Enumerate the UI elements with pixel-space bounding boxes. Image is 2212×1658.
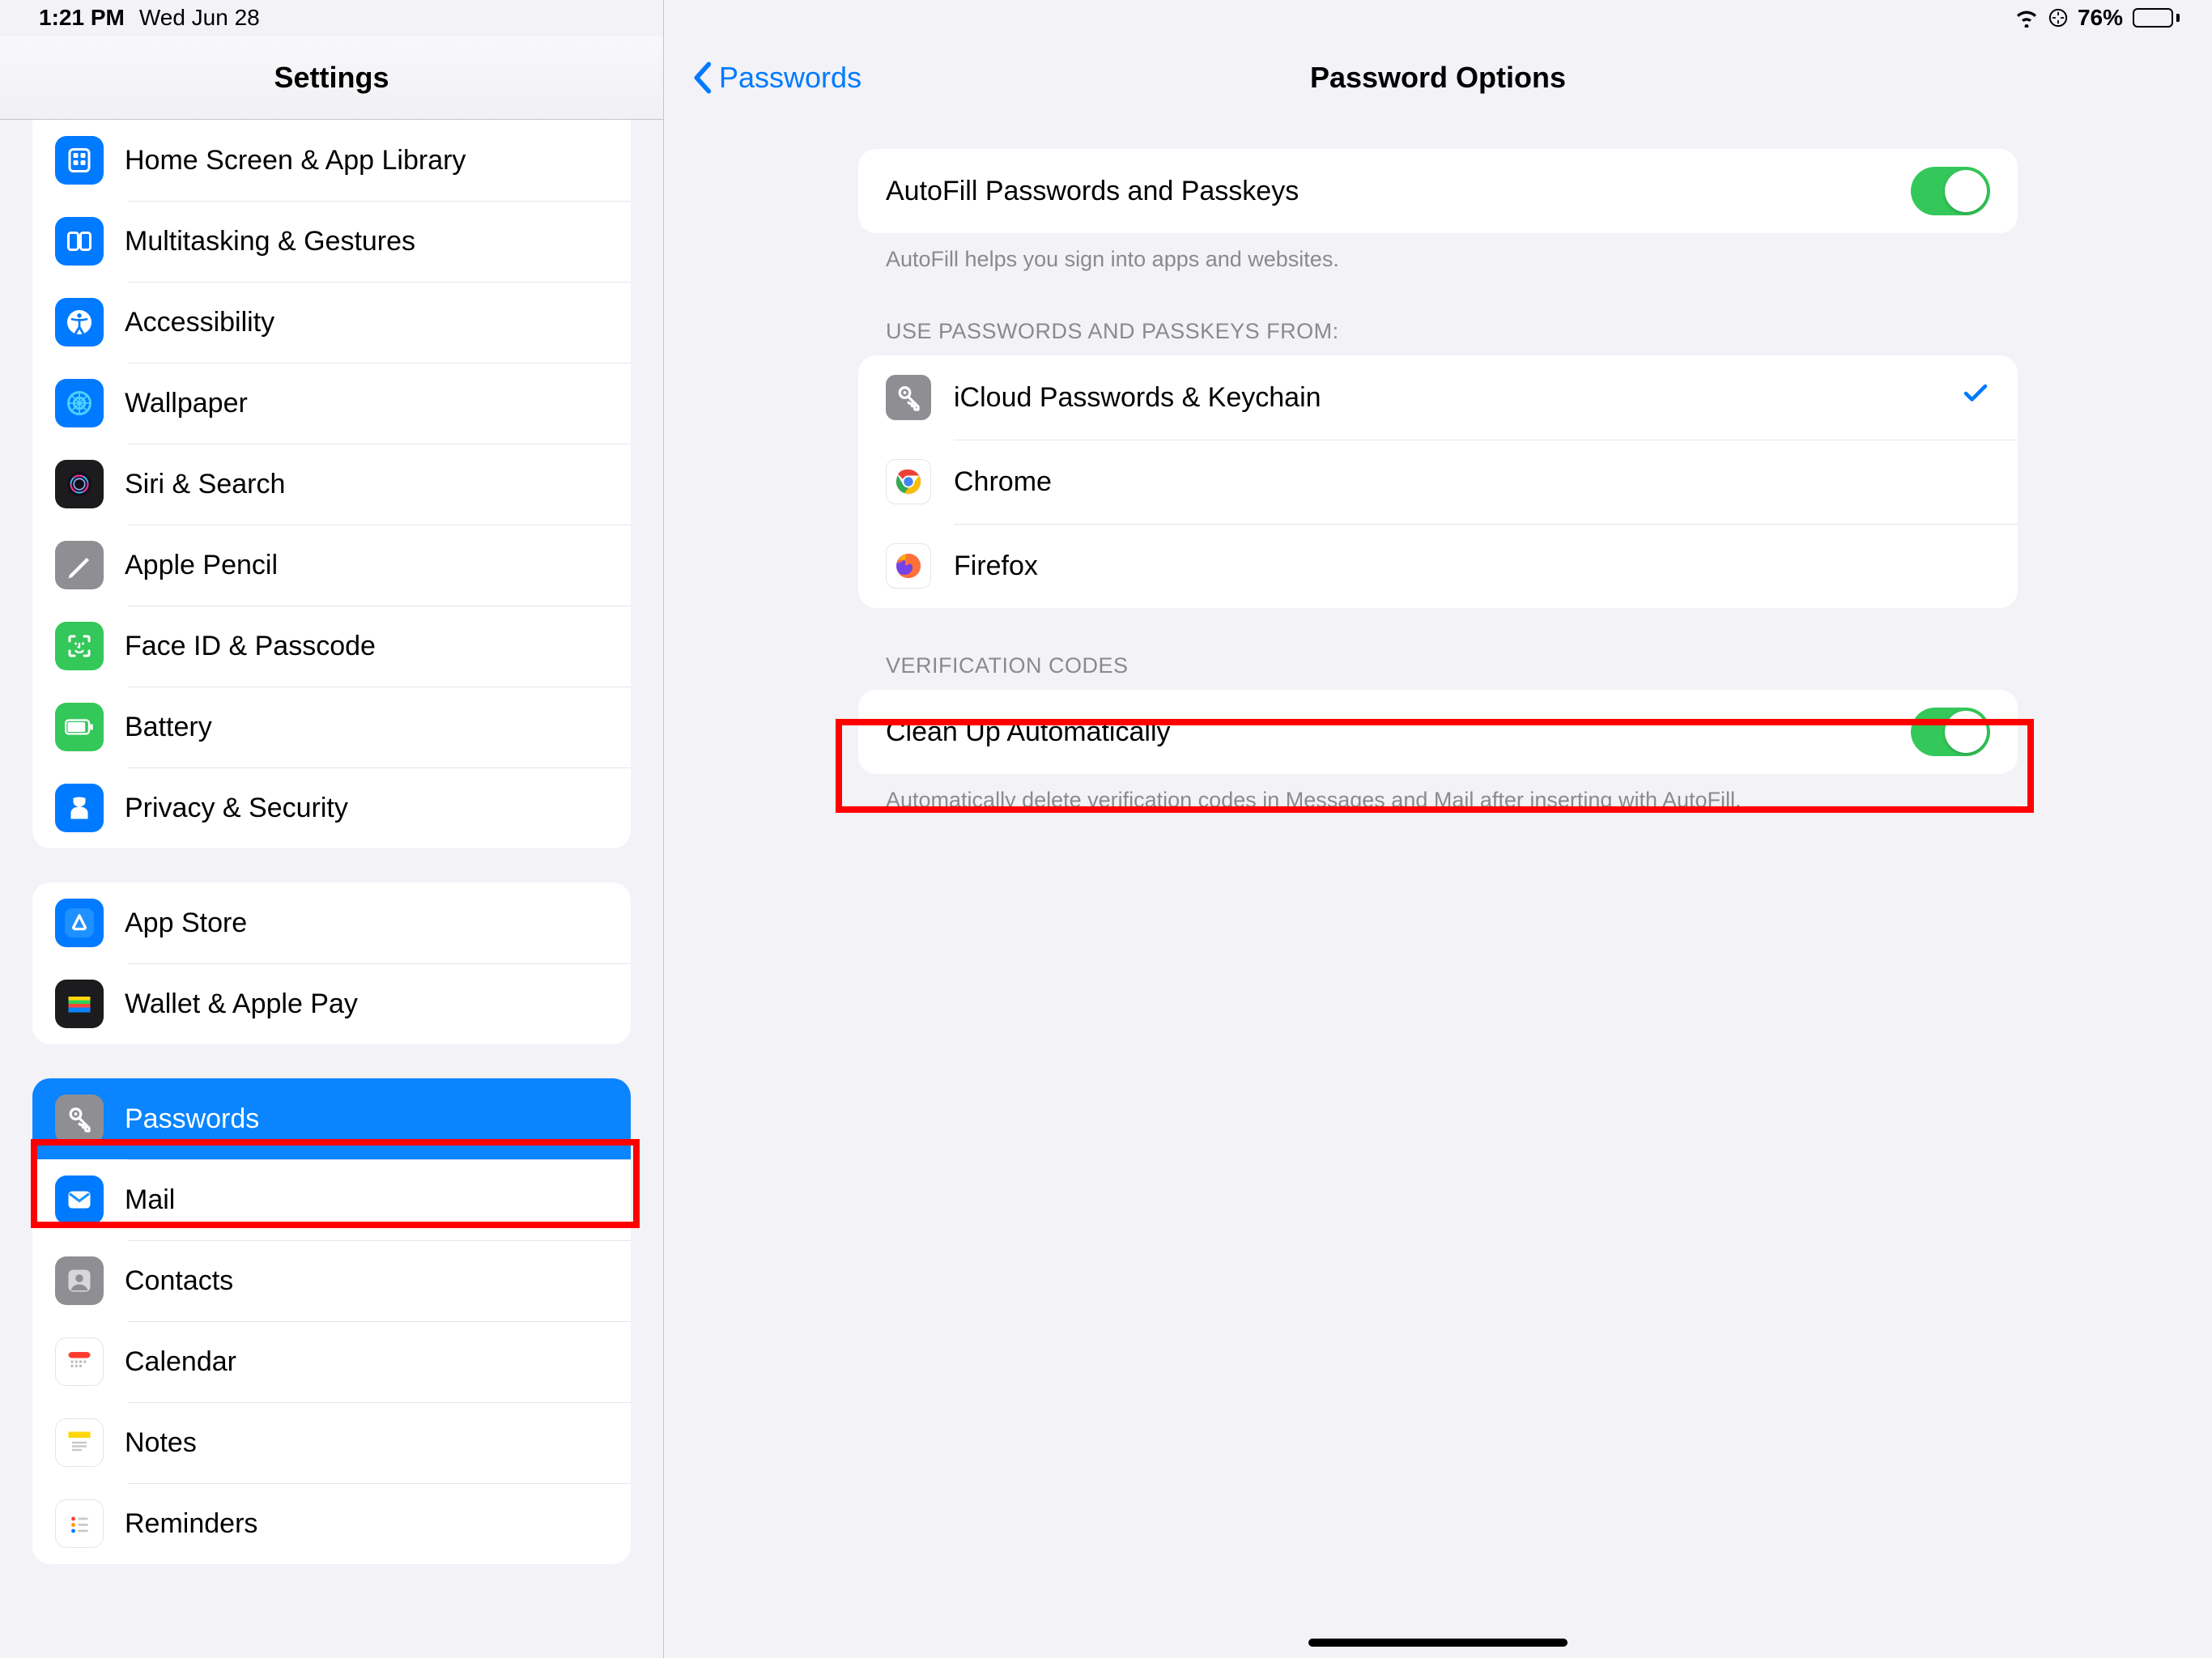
sidebar-item-label: App Store bbox=[125, 908, 608, 939]
toggle-switch[interactable] bbox=[1911, 708, 1990, 756]
wallpaper-icon bbox=[55, 379, 104, 427]
home-screen-icon bbox=[55, 136, 104, 185]
settings-row-chrome[interactable]: Chrome bbox=[858, 440, 2018, 524]
chrome-icon bbox=[886, 459, 931, 504]
sidebar-item-apple-pencil[interactable]: Apple Pencil bbox=[32, 525, 631, 606]
sidebar-item-label: Mail bbox=[125, 1184, 608, 1216]
sidebar-item-label: Multitasking & Gestures bbox=[125, 226, 608, 257]
sidebar-item-label: Contacts bbox=[125, 1265, 608, 1297]
sidebar-item-notes[interactable]: Notes bbox=[32, 1402, 631, 1483]
sidebar-item-calendar[interactable]: Calendar bbox=[32, 1321, 631, 1402]
contacts-icon bbox=[55, 1256, 104, 1305]
sidebar-item-label: Siri & Search bbox=[125, 469, 608, 500]
sidebar-item-face-id-passcode[interactable]: Face ID & Passcode bbox=[32, 606, 631, 687]
sidebar-item-passwords[interactable]: Passwords bbox=[32, 1078, 631, 1159]
settings-card: Clean Up Automatically bbox=[858, 690, 2018, 774]
sidebar-item-app-store[interactable]: App Store bbox=[32, 882, 631, 963]
sidebar-title: Settings bbox=[0, 36, 663, 120]
sidebar-item-contacts[interactable]: Contacts bbox=[32, 1240, 631, 1321]
battery-icon bbox=[2133, 8, 2180, 28]
privacy-icon bbox=[55, 784, 104, 832]
key-icon bbox=[55, 1095, 104, 1143]
sidebar-item-label: Passwords bbox=[125, 1103, 608, 1135]
settings-row-icloud-passwords-keychain[interactable]: iCloud Passwords & Keychain bbox=[858, 355, 2018, 440]
siri-icon bbox=[55, 460, 104, 508]
sidebar-item-label: Apple Pencil bbox=[125, 550, 608, 581]
sidebar-item-label: Wallpaper bbox=[125, 388, 608, 419]
status-time: 1:21 PM bbox=[39, 5, 125, 31]
accessibility-icon bbox=[55, 298, 104, 346]
sidebar-item-privacy-security[interactable]: Privacy & Security bbox=[32, 767, 631, 848]
multitasking-icon bbox=[55, 217, 104, 266]
settings-card: iCloud Passwords & Keychain Chrome Firefox bbox=[858, 355, 2018, 608]
settings-sidebar: Settings Home Screen & App Library Multit… bbox=[0, 0, 664, 1658]
sidebar-item-label: Privacy & Security bbox=[125, 793, 608, 824]
sidebar-item-label: Battery bbox=[125, 712, 608, 743]
sidebar-group: App Store Wallet & Apple Pay bbox=[32, 882, 631, 1044]
faceid-icon bbox=[55, 622, 104, 670]
settings-row-autofill-passwords-and-passkeys[interactable]: AutoFill Passwords and Passkeys bbox=[858, 149, 2018, 233]
sidebar-item-accessibility[interactable]: Accessibility bbox=[32, 282, 631, 363]
sidebar-group: Passwords Mail Contacts Calendar Notes Remind… bbox=[32, 1078, 631, 1564]
calendar-icon bbox=[55, 1337, 104, 1386]
orientation-lock-icon bbox=[2048, 8, 2068, 28]
sidebar-item-label: Accessibility bbox=[125, 307, 608, 338]
row-label: iCloud Passwords & Keychain bbox=[954, 382, 1938, 414]
settings-row-clean-up-automatically[interactable]: Clean Up Automatically bbox=[858, 690, 2018, 774]
sidebar-item-label: Home Screen & App Library bbox=[125, 145, 608, 176]
toggle-switch[interactable] bbox=[1911, 167, 1990, 215]
status-date: Wed Jun 28 bbox=[139, 5, 260, 31]
sidebar-group: Home Screen & App Library Multitasking & … bbox=[32, 120, 631, 848]
firefox-icon bbox=[886, 543, 931, 589]
pencil-icon bbox=[55, 541, 104, 589]
row-label: Clean Up Automatically bbox=[886, 716, 1888, 748]
status-bar: 1:21 PM Wed Jun 28 76% bbox=[0, 0, 2212, 36]
row-label: AutoFill Passwords and Passkeys bbox=[886, 176, 1888, 207]
check-icon bbox=[1961, 379, 1990, 416]
sidebar-item-battery[interactable]: Battery bbox=[32, 687, 631, 767]
sidebar-item-wallpaper[interactable]: Wallpaper bbox=[32, 363, 631, 444]
mail-icon bbox=[55, 1175, 104, 1224]
sidebar-item-home-screen-app-library[interactable]: Home Screen & App Library bbox=[32, 120, 631, 201]
wifi-icon bbox=[2014, 8, 2039, 28]
wallet-icon bbox=[55, 980, 104, 1028]
row-label: Chrome bbox=[954, 466, 1990, 498]
notes-icon bbox=[55, 1418, 104, 1467]
reminders-icon bbox=[55, 1499, 104, 1548]
settings-row-firefox[interactable]: Firefox bbox=[858, 524, 2018, 608]
section-header: VERIFICATION CODES bbox=[858, 653, 2018, 690]
sidebar-item-label: Notes bbox=[125, 1427, 608, 1459]
back-button[interactable]: Passwords bbox=[691, 36, 861, 120]
sidebar-item-multitasking-gestures[interactable]: Multitasking & Gestures bbox=[32, 201, 631, 282]
sidebar-item-siri-search[interactable]: Siri & Search bbox=[32, 444, 631, 525]
section-footer: AutoFill helps you sign into apps and we… bbox=[858, 233, 2018, 274]
sidebar-item-label: Reminders bbox=[125, 1508, 608, 1540]
page-title: Password Options bbox=[1310, 61, 1566, 95]
detail-pane: Passwords Password Options AutoFill Pass… bbox=[664, 0, 2212, 1658]
row-label: Firefox bbox=[954, 551, 1990, 582]
key-icon bbox=[886, 375, 931, 420]
sidebar-item-label: Wallet & Apple Pay bbox=[125, 988, 608, 1020]
battery-percent: 76% bbox=[2078, 5, 2123, 31]
home-indicator bbox=[1308, 1639, 1568, 1647]
appstore-icon bbox=[55, 899, 104, 947]
settings-card: AutoFill Passwords and Passkeys bbox=[858, 149, 2018, 233]
sidebar-item-mail[interactable]: Mail bbox=[32, 1159, 631, 1240]
section-header: USE PASSWORDS AND PASSKEYS FROM: bbox=[858, 319, 2018, 355]
section-footer: Automatically delete verification codes … bbox=[858, 774, 2018, 814]
battery-icon bbox=[55, 703, 104, 751]
sidebar-item-label: Calendar bbox=[125, 1346, 608, 1378]
sidebar-item-label: Face ID & Passcode bbox=[125, 631, 608, 662]
sidebar-item-reminders[interactable]: Reminders bbox=[32, 1483, 631, 1564]
back-label: Passwords bbox=[719, 61, 861, 95]
sidebar-item-wallet-apple-pay[interactable]: Wallet & Apple Pay bbox=[32, 963, 631, 1044]
